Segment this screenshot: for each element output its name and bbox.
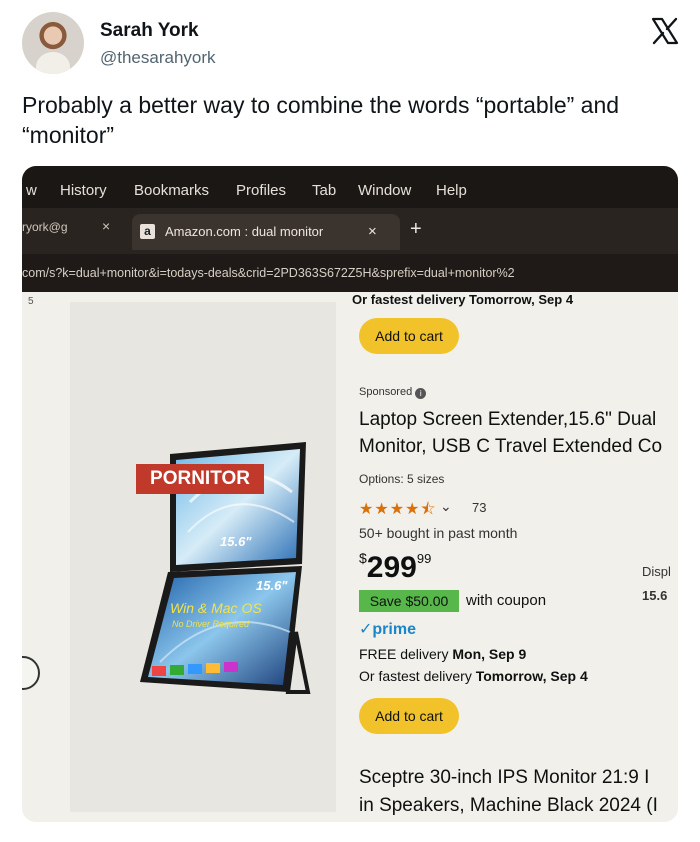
x-logo-icon: [651, 17, 679, 45]
os-label: Win & Mac OS: [170, 600, 262, 616]
tab-previous-close-icon[interactable]: ×: [102, 218, 110, 234]
adjacent-column-label: Displ: [642, 564, 671, 579]
add-to-cart-button[interactable]: Add to cart: [359, 698, 459, 734]
next-product-title-line-1: Sceptre 30-inch IPS Monitor 21:9 I: [359, 767, 650, 788]
previous-item-delivery: Or fastest delivery Tomorrow, Sep 4: [352, 292, 574, 307]
price-fraction: 99: [416, 551, 432, 566]
adjacent-column-size: 15.6: [642, 588, 668, 603]
menu-profiles[interactable]: Profiles: [236, 182, 286, 199]
add-to-cart-button-previous[interactable]: Add to cart: [359, 318, 459, 354]
brand-label: PORNITOR: [136, 464, 264, 494]
size-label-bottom: 15.6": [256, 578, 288, 593]
star-rating-icon[interactable]: ★★★★⯪: [359, 498, 437, 525]
free-delivery: FREE delivery Mon, Sep 9: [359, 646, 526, 662]
next-product-title-line-2: in Speakers, Machine Black 2024 (I: [359, 795, 658, 816]
menu-window[interactable]: Window: [358, 182, 411, 199]
sponsored-text: Sponsored: [359, 386, 413, 398]
amazon-favicon-icon: a: [140, 224, 155, 239]
product-title-line-2: Monitor, USB C Travel Extended Co: [359, 436, 663, 457]
product-image[interactable]: PORNITOR 15.6" 15.6" Win & Mac OS No Dri…: [70, 302, 336, 812]
coupon-text: with coupon: [466, 592, 547, 609]
fastest-delivery-prefix: Or fastest delivery: [359, 668, 472, 684]
bought-in-past-month: 50+ bought in past month: [359, 525, 518, 541]
free-delivery-date: Mon, Sep 9: [452, 646, 527, 662]
fastest-delivery-date: Tomorrow, Sep 4: [475, 668, 588, 684]
user-name[interactable]: Sarah York: [100, 20, 199, 42]
product-title-link[interactable]: Laptop Screen Extender,15.6" Dual Monito…: [359, 406, 678, 460]
driver-label: No Driver Required: [172, 619, 250, 629]
page-left-mark: 5: [28, 296, 34, 307]
user-handle[interactable]: @thesarahyork: [100, 48, 216, 68]
price-whole: 299: [366, 551, 417, 584]
tweet-photo[interactable]: w History Bookmarks Profiles Tab Window …: [22, 166, 678, 822]
avatar[interactable]: [22, 12, 84, 74]
tab-amazon[interactable]: a Amazon.com : dual monitor ×: [132, 214, 400, 250]
tab-title: Amazon.com : dual monitor: [165, 224, 324, 239]
rating-count[interactable]: 73: [472, 500, 486, 515]
size-label-top: 15.6": [220, 534, 252, 549]
menu-history[interactable]: History: [60, 182, 107, 199]
new-tab-button[interactable]: +: [410, 219, 422, 239]
price[interactable]: $29999: [359, 550, 431, 585]
free-delivery-prefix: FREE delivery: [359, 646, 449, 662]
fastest-delivery: Or fastest delivery Tomorrow, Sep 4: [359, 668, 588, 684]
price-symbol: $: [359, 550, 367, 566]
menu-bookmarks[interactable]: Bookmarks: [134, 182, 209, 199]
browser-tabbar: ryork@g × a Amazon.com : dual monitor × …: [22, 208, 678, 254]
menu-tab[interactable]: Tab: [312, 182, 336, 199]
tab-previous[interactable]: ryork@g: [22, 220, 68, 234]
address-bar[interactable]: com/s?k=dual+monitor&i=todays-deals&crid…: [22, 254, 678, 292]
menu-view[interactable]: w: [26, 182, 37, 199]
options-link[interactable]: Options: 5 sizes: [359, 472, 444, 486]
carousel-nav-button[interactable]: [22, 656, 40, 690]
url-text[interactable]: com/s?k=dual+monitor&i=todays-deals&crid…: [22, 266, 515, 280]
tweet-text: Probably a better way to combine the wor…: [22, 92, 620, 148]
tab-close-icon[interactable]: ×: [368, 223, 377, 240]
product-image-art: [140, 442, 311, 694]
next-product-title-link[interactable]: Sceptre 30-inch IPS Monitor 21:9 I in Sp…: [359, 764, 677, 820]
chevron-down-icon[interactable]: ⌄: [440, 498, 452, 515]
amazon-results-page: 5 PORNITOR 15.6" 15.6" Win & Mac OS No D…: [22, 292, 678, 822]
sponsored-label[interactable]: Sponsored i: [359, 386, 427, 399]
coupon-badge[interactable]: Save $50.00: [359, 590, 459, 612]
tweet-header: Sarah York @thesarahyork: [22, 12, 682, 76]
product-title-line-1: Laptop Screen Extender,15.6" Dual: [359, 409, 657, 430]
menu-help[interactable]: Help: [436, 182, 467, 199]
info-icon[interactable]: i: [415, 388, 427, 399]
prime-badge: ✓prime: [359, 621, 416, 638]
